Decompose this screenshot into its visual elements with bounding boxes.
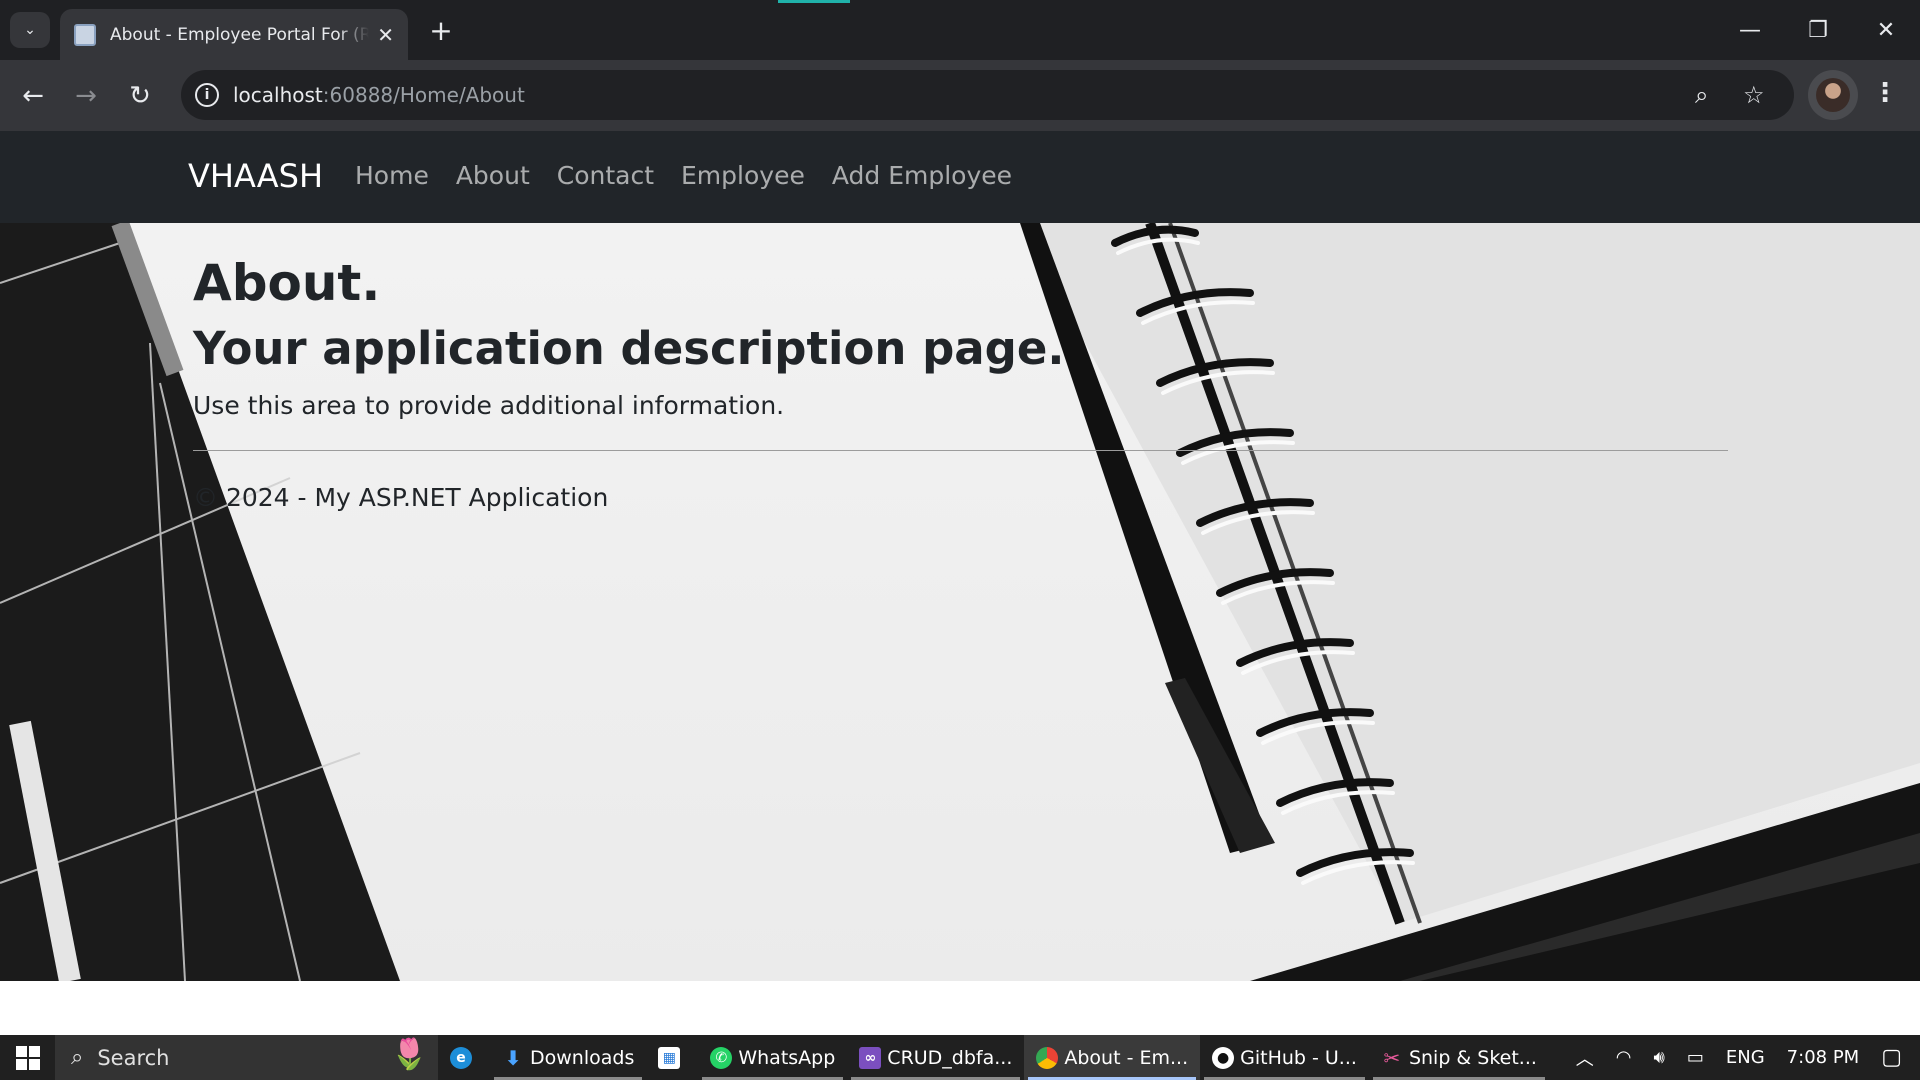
- info-icon[interactable]: i: [195, 83, 219, 107]
- visual-studio-icon: ∞: [859, 1046, 882, 1069]
- main-content: About. Your application description page…: [193, 253, 1728, 512]
- system-tray: ︿ ◠ 🔊︎ ▭ ENG 7:08 PM ▢: [1576, 1035, 1920, 1080]
- nav-link-contact[interactable]: Contact: [557, 161, 654, 190]
- taskbar-github[interactable]: ● GitHub - U...: [1200, 1035, 1369, 1080]
- taskbar-visual-studio[interactable]: ∞ CRUD_dbfa...: [847, 1035, 1024, 1080]
- nav-link-add-employee[interactable]: Add Employee: [832, 161, 1012, 190]
- taskbar-store[interactable]: ▦: [646, 1035, 698, 1080]
- nav-links: Home About Contact Employee Add Employee: [355, 161, 1012, 190]
- tab-title: About - Employee Portal For (R: [110, 24, 370, 45]
- taskbar-whatsapp[interactable]: ✆ WhatsApp: [698, 1035, 847, 1080]
- taskbar-downloads[interactable]: ⬇ Downloads: [490, 1035, 646, 1080]
- tab-search-icon[interactable]: ⌄: [10, 12, 50, 48]
- loading-indicator: [778, 0, 850, 3]
- volume-icon[interactable]: 🔊︎: [1654, 1047, 1665, 1068]
- url-text[interactable]: localhost:60888/Home/About: [233, 83, 525, 107]
- taskbar-chrome[interactable]: About - Em...: [1024, 1035, 1201, 1080]
- language-indicator[interactable]: ENG: [1726, 1047, 1765, 1068]
- address-bar[interactable]: i localhost:60888/Home/About ⌕ ☆: [181, 70, 1794, 120]
- store-icon: ▦: [658, 1046, 681, 1069]
- close-window-icon[interactable]: ✕: [1852, 0, 1920, 60]
- taskbar-edge[interactable]: e: [438, 1035, 490, 1080]
- github-icon: ●: [1212, 1046, 1235, 1069]
- web-page: VHAASH Home About Contact Employee Add E…: [0, 131, 1920, 981]
- download-icon: ⬇: [504, 1045, 522, 1070]
- whatsapp-icon: ✆: [710, 1046, 733, 1069]
- background-image: About. Your application description page…: [0, 223, 1920, 981]
- taskbar-search[interactable]: ⌕ Search 🌷: [55, 1035, 438, 1080]
- site-navbar: VHAASH Home About Contact Employee Add E…: [0, 131, 1920, 223]
- page-subtitle: Your application description page.: [193, 322, 1065, 375]
- browser-tab-strip: ⌄ About - Employee Portal For (R ✕ + — ❐…: [0, 0, 1920, 60]
- taskbar-label: WhatsApp: [738, 1046, 836, 1069]
- nav-link-home[interactable]: Home: [355, 161, 429, 190]
- taskbar-label: Snip & Sket...: [1408, 1046, 1537, 1069]
- taskbar: ⌕ Search 🌷 e ⬇ Downloads ▦ ✆ WhatsApp ∞ …: [0, 1035, 1920, 1080]
- flowers-icon: 🌷: [390, 1037, 428, 1072]
- browser-tab[interactable]: About - Employee Portal For (R ✕: [60, 9, 408, 60]
- browser-toolbar: ← → ↻ i localhost:60888/Home/About ⌕ ☆ ⋮: [0, 60, 1920, 131]
- chevron-up-icon[interactable]: ︿: [1576, 1045, 1594, 1071]
- taskbar-snip[interactable]: ✂ Snip & Sket...: [1369, 1035, 1549, 1080]
- page-bottom-space: [0, 981, 1920, 1035]
- page-title: About.: [193, 254, 381, 312]
- back-icon[interactable]: ←: [13, 76, 53, 116]
- zoom-icon[interactable]: ⌕: [1695, 81, 1708, 109]
- chrome-icon: [1036, 1046, 1059, 1069]
- taskbar-label: Downloads: [530, 1046, 635, 1069]
- close-icon[interactable]: ✕: [377, 23, 394, 47]
- windows-start-icon[interactable]: [0, 1035, 55, 1080]
- taskbar-label: GitHub - U...: [1240, 1046, 1357, 1069]
- plus-icon[interactable]: +: [423, 12, 459, 48]
- wifi-icon[interactable]: ◠: [1616, 1047, 1632, 1068]
- nav-link-employee[interactable]: Employee: [681, 161, 805, 190]
- nav-link-about[interactable]: About: [456, 161, 530, 190]
- taskbar-label: CRUD_dbfa...: [887, 1046, 1013, 1069]
- notification-icon[interactable]: ▢: [1881, 1045, 1902, 1070]
- restore-icon[interactable]: ❐: [1784, 0, 1852, 60]
- battery-icon[interactable]: ▭: [1687, 1047, 1704, 1068]
- reload-icon[interactable]: ↻: [120, 76, 160, 116]
- avatar[interactable]: [1808, 70, 1858, 120]
- search-placeholder: Search: [97, 1045, 170, 1070]
- forward-icon[interactable]: →: [66, 76, 106, 116]
- window-controls: — ❐ ✕: [1716, 0, 1920, 60]
- minimize-icon[interactable]: —: [1716, 0, 1784, 60]
- clock[interactable]: 7:08 PM: [1787, 1047, 1860, 1068]
- footer-text: © 2024 - My ASP.NET Application: [193, 483, 609, 512]
- snip-icon: ✂: [1383, 1045, 1401, 1070]
- page-paragraph: Use this area to provide additional info…: [193, 391, 785, 420]
- brand-link[interactable]: VHAASH: [188, 157, 323, 195]
- kebab-menu-icon[interactable]: ⋮: [1872, 78, 1898, 108]
- star-icon[interactable]: ☆: [1743, 81, 1765, 109]
- edge-icon: e: [450, 1046, 472, 1069]
- divider: [193, 450, 1728, 451]
- search-icon: ⌕: [71, 1045, 84, 1070]
- favicon-icon: [74, 23, 96, 46]
- taskbar-label: About - Em...: [1064, 1046, 1189, 1069]
